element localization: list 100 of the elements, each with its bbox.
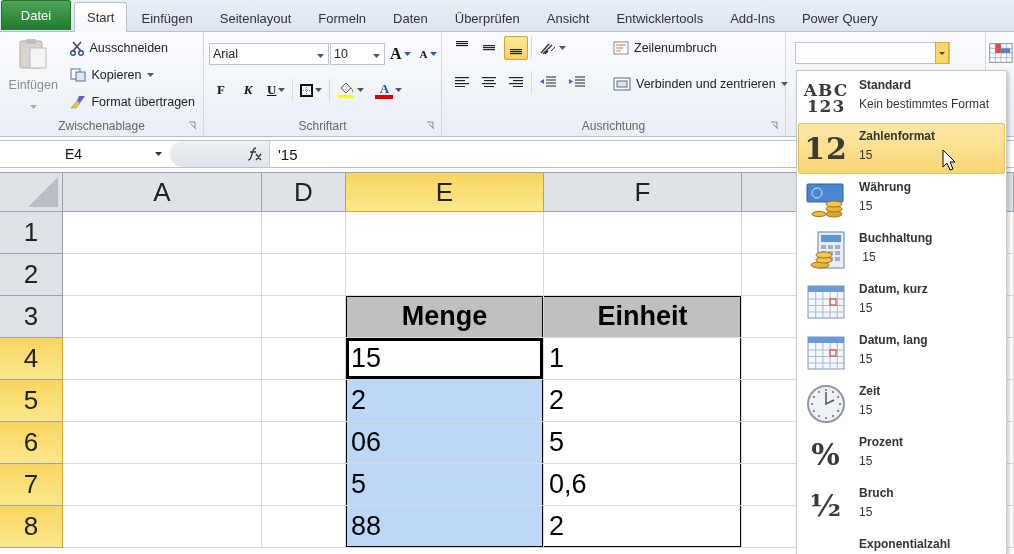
- ribbon-tab[interactable]: Start: [74, 2, 128, 32]
- menu-item[interactable]: Exponentialzahl: [798, 531, 1005, 554]
- clipboard-icon: [18, 38, 49, 70]
- format-painter-button[interactable]: Format übertragen: [67, 90, 198, 114]
- align-lines-icon: [481, 45, 497, 51]
- menu-item[interactable]: Datum, kurz 15: [798, 276, 1005, 327]
- merge-cells-icon: [613, 77, 631, 91]
- caret-icon: [357, 88, 365, 92]
- grow-font-button[interactable]: A: [386, 42, 415, 66]
- mouse-pointer-icon: [942, 149, 956, 171]
- format-glyph-icon: 12: [804, 134, 848, 164]
- column-header[interactable]: E: [346, 173, 544, 212]
- ribbon-tab[interactable]: Power Query: [788, 3, 891, 32]
- caret-icon: [278, 88, 286, 92]
- caret-icon: [146, 73, 154, 77]
- ribbon-tab[interactable]: Formeln: [305, 3, 380, 32]
- underline-button[interactable]: U: [263, 78, 290, 102]
- row-header[interactable]: 7: [0, 464, 63, 506]
- row-header[interactable]: 5: [0, 380, 63, 422]
- angled-text-icon: [539, 41, 557, 55]
- font-color-button[interactable]: A: [371, 78, 407, 102]
- row-header[interactable]: 8: [0, 506, 63, 548]
- copy-icon: [70, 68, 87, 82]
- conditional-format-icon[interactable]: [986, 42, 1014, 64]
- caret-icon: [395, 88, 403, 92]
- menu-item[interactable]: Datum, lang 15: [798, 327, 1005, 378]
- font-size-field[interactable]: 10: [330, 43, 385, 65]
- column-header[interactable]: F: [544, 173, 742, 212]
- paintbrush-icon: [70, 95, 87, 109]
- caret-icon: [317, 54, 324, 58]
- menu-item[interactable]: Buchhaltung 15: [798, 225, 1005, 276]
- color-bar-icon: [375, 94, 394, 99]
- align-lines-icon: [454, 76, 470, 88]
- menu-item[interactable]: Zeit 15: [798, 378, 1005, 429]
- banknote-coins-icon: [806, 181, 846, 219]
- name-box[interactable]: E4: [0, 141, 170, 167]
- formula-field[interactable]: '15: [270, 141, 778, 167]
- column-header[interactable]: A: [63, 173, 262, 212]
- shrink-font-button[interactable]: A: [415, 42, 441, 66]
- table-header-cell: Einheit: [544, 296, 742, 338]
- group-label: Zwischenablage: [58, 119, 145, 133]
- menu-item[interactable]: Währung 15: [798, 174, 1005, 225]
- caret-icon: [429, 52, 437, 56]
- vertical-align-button[interactable]: [504, 36, 528, 60]
- align-lines-icon: [508, 49, 524, 55]
- table-cell: 06: [346, 422, 544, 464]
- group-label: Ausrichtung: [581, 119, 646, 133]
- align-lines-icon: [481, 76, 497, 88]
- outdent-icon: [539, 75, 557, 89]
- fx-icon: [247, 147, 263, 161]
- copy-button[interactable]: Kopieren: [67, 63, 198, 87]
- merge-center-button[interactable]: Verbinden und zentrieren: [610, 72, 791, 96]
- indent-icon: [568, 75, 586, 89]
- row-header[interactable]: 2: [0, 254, 63, 296]
- file-tab[interactable]: Datei: [1, 0, 71, 30]
- ribbon-tab[interactable]: Einfügen: [128, 3, 206, 32]
- wrap-text-icon: [613, 41, 629, 55]
- ribbon-tab[interactable]: Ansicht: [533, 3, 603, 32]
- calendar-icon: [807, 336, 845, 370]
- ribbon-tab[interactable]: Entwicklertools: [603, 3, 717, 32]
- ribbon-tab[interactable]: Daten: [380, 3, 441, 32]
- border-icon: [300, 83, 314, 97]
- table-cell: 2: [544, 506, 742, 548]
- dialog-launcher-icon[interactable]: [188, 121, 197, 130]
- ribbon-tab[interactable]: Add-Ins: [717, 3, 788, 32]
- row-header[interactable]: 3: [0, 296, 63, 338]
- cut-button[interactable]: Ausschneiden: [67, 36, 198, 60]
- format-glyph-icon: ABC 123: [803, 81, 849, 115]
- column-header[interactable]: D: [262, 173, 346, 212]
- paint-bucket-icon: [337, 82, 356, 98]
- menu-item[interactable]: ½ Bruch 15: [798, 480, 1005, 531]
- insert-function-button[interactable]: [170, 141, 270, 167]
- table-cell: 5: [346, 464, 544, 506]
- ribbon-tab[interactable]: Überprüfen: [441, 3, 533, 32]
- menu-item[interactable]: ABC 123 Standard Kein bestimmtes Format: [798, 72, 1005, 123]
- caret-icon: [780, 82, 788, 86]
- ribbon-tab[interactable]: Seitenlayout: [206, 3, 305, 32]
- dialog-launcher-icon[interactable]: [770, 121, 779, 130]
- font-name-field[interactable]: Arial: [209, 43, 329, 65]
- calendar-icon: [807, 285, 845, 319]
- dialog-launcher-icon[interactable]: [426, 121, 435, 130]
- row-header[interactable]: 4: [0, 338, 63, 380]
- row-header[interactable]: 6: [0, 422, 63, 464]
- clock-icon: [806, 384, 846, 424]
- table-cell: 0,6: [544, 464, 742, 506]
- caret-icon: [315, 88, 323, 92]
- table-cell: 2: [346, 380, 544, 422]
- caret-icon: [29, 105, 37, 109]
- row-header[interactable]: 1: [0, 212, 63, 254]
- caret-icon: [155, 152, 162, 156]
- format-glyph-icon: %: [811, 440, 841, 470]
- italic-button[interactable]: K: [236, 78, 260, 102]
- menu-item[interactable]: % Prozent 15: [798, 429, 1005, 480]
- align-lines-icon: [508, 76, 524, 88]
- bold-button[interactable]: F: [209, 78, 233, 102]
- table-cell: 88: [346, 506, 544, 548]
- table-header-cell: Menge: [346, 296, 544, 338]
- wrap-text-button[interactable]: Zeilenumbruch: [610, 36, 791, 60]
- number-format-field[interactable]: [795, 42, 950, 64]
- caret-icon: [373, 54, 380, 58]
